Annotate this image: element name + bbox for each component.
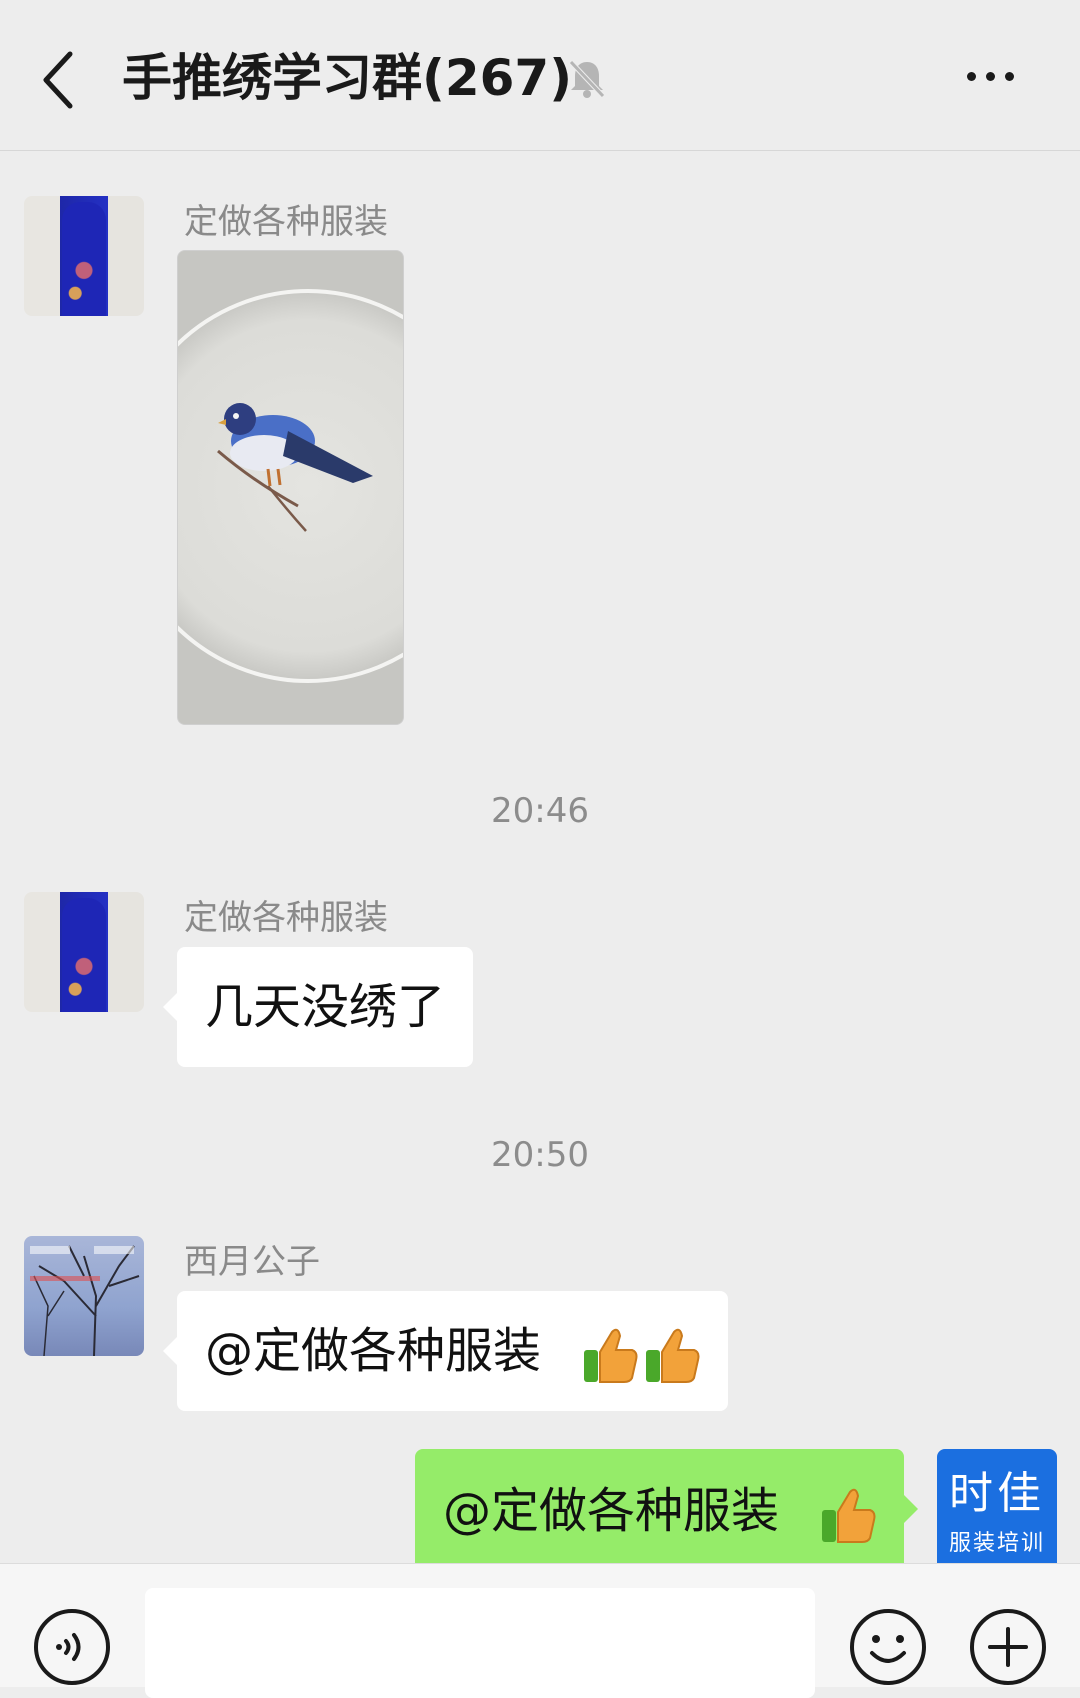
- brand-name: 时佳: [949, 1468, 1045, 1519]
- timestamp: 20:50: [491, 1135, 589, 1175]
- message-bubble[interactable]: @定做各种服装: [162, 1291, 729, 1411]
- bell-muted-icon: [565, 56, 609, 100]
- chevron-left-icon: [43, 51, 73, 109]
- emoji-icon: [850, 1609, 926, 1685]
- chat-title: 手推绣学习群(267): [122, 49, 573, 107]
- tree-photo: [30, 1245, 140, 1356]
- thumbs-up-icon: [822, 1488, 876, 1543]
- sender-avatar[interactable]: [24, 1236, 144, 1356]
- thumbs-up-icon: [646, 1328, 700, 1383]
- brand-subtitle: 服装培训: [948, 1531, 1045, 1556]
- sender-name: 西月公子: [184, 1242, 320, 1282]
- message-text: @定做各种服装: [443, 1483, 780, 1539]
- sender-avatar[interactable]: [24, 892, 144, 1012]
- back-button[interactable]: [34, 44, 94, 114]
- sender-name: 定做各种服装: [184, 898, 388, 938]
- timestamp: 20:46: [491, 791, 589, 831]
- outgoing-message-bubble[interactable]: @定做各种服装: [415, 1449, 919, 1563]
- more-dots-icon: [967, 72, 976, 81]
- chat-header: 手推绣学习群(267): [0, 0, 1080, 151]
- embroidery-photo-message[interactable]: [177, 250, 404, 725]
- sender-name: 定做各种服装: [184, 202, 388, 242]
- voice-input-button[interactable]: [32, 1607, 112, 1687]
- embroidery-image: [178, 251, 403, 724]
- message-input[interactable]: [145, 1588, 815, 1698]
- plus-icon: [970, 1609, 1046, 1685]
- voice-icon: [34, 1609, 110, 1685]
- input-bar: [0, 1563, 1080, 1698]
- sender-avatar[interactable]: [24, 196, 144, 316]
- more-functions-button[interactable]: [968, 1607, 1048, 1687]
- message-bubble[interactable]: 几天没绣了: [162, 947, 474, 1067]
- thumbs-up-icon: [584, 1328, 638, 1383]
- emoji-button[interactable]: [848, 1607, 928, 1687]
- message-text: @定做各种服装: [205, 1323, 542, 1379]
- message-text: 几天没绣了: [205, 979, 446, 1035]
- more-options-button[interactable]: [962, 62, 1022, 92]
- my-avatar[interactable]: 时佳 服装培训: [937, 1449, 1057, 1563]
